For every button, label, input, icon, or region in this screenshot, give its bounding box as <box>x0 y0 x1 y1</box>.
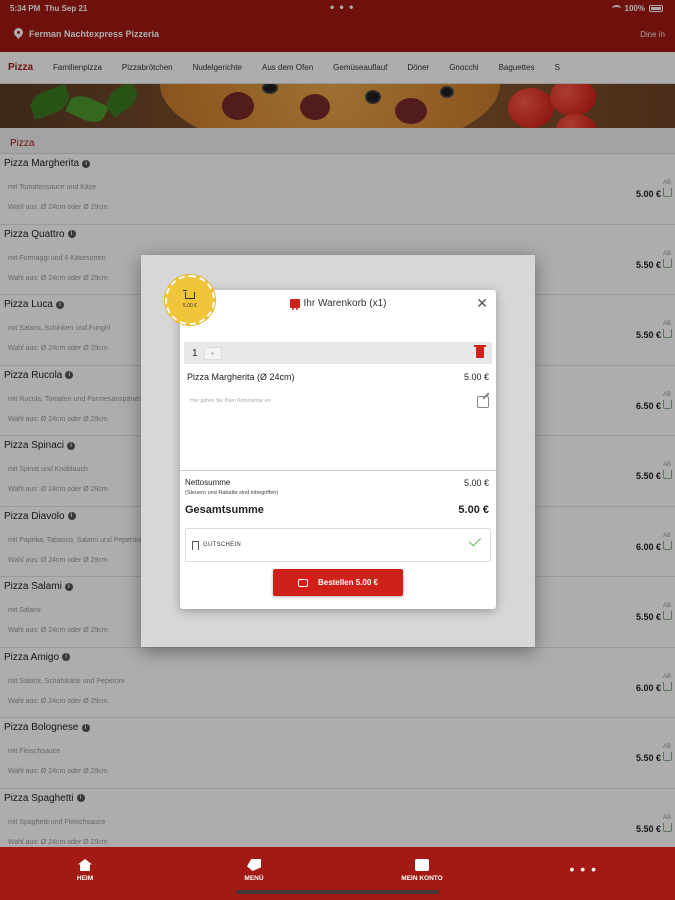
more-icon[interactable]: • • • <box>570 861 597 877</box>
comment-input[interactable]: Hier geben Sie Ihren Kommentar ein <box>190 398 271 404</box>
nav-home[interactable]: HEIM <box>45 859 125 882</box>
cart-line-name: Pizza Margherita (Ø 24cm) <box>187 372 295 382</box>
nav-menu[interactable]: MENÜ <box>214 859 294 882</box>
nav-account-label: MEIN KONTO <box>401 875 443 882</box>
nav-account[interactable]: MEIN KONTO <box>382 859 462 882</box>
nav-home-label: HEIM <box>76 875 94 882</box>
home-indicator[interactable] <box>236 890 439 894</box>
netto-label: Nettosumme <box>185 478 231 487</box>
divider <box>180 470 496 471</box>
wallet-icon <box>297 578 308 587</box>
cart-total-badge[interactable]: 5.00 € <box>165 275 215 325</box>
total-label: Gesamtsumme <box>185 504 264 516</box>
netto-value: 5.00 € <box>463 478 489 488</box>
order-button-label: Bestellen 5.00 € <box>317 578 379 587</box>
increase-quantity-button[interactable]: + <box>203 346 222 360</box>
trash-icon[interactable] <box>474 345 486 358</box>
cart-modal: Ihr Warenkorb (x1) ✕ 1 + Pizza Margherit… <box>180 290 496 609</box>
edit-comment-icon[interactable] <box>477 396 489 408</box>
voucher-field[interactable]: GUTSCHEIN <box>185 528 491 562</box>
cart-title: Ihr Warenkorb (x1) <box>180 298 496 310</box>
checkmark-icon[interactable] <box>468 534 482 547</box>
cart-title-text: Ihr Warenkorb (x1) <box>303 298 387 309</box>
voucher-label: GUTSCHEIN <box>203 542 242 548</box>
total-value: 5.00 € <box>458 504 489 516</box>
home-icon <box>78 859 92 871</box>
cart-line-price: 5.00 € <box>463 372 489 382</box>
cart-flag-icon <box>289 299 300 310</box>
bookmark-icon <box>192 540 199 550</box>
close-icon[interactable]: ✕ <box>476 295 488 312</box>
order-button[interactable]: Bestellen 5.00 € <box>273 569 403 596</box>
cart-icon <box>183 289 195 299</box>
shopping-bag-icon <box>415 859 429 871</box>
netto-note: (Steuern und Rabatte sind inbegriffen) <box>185 490 279 496</box>
nav-menu-label: MENÜ <box>244 875 264 882</box>
badge-total: 5.00 € <box>183 302 197 309</box>
quantity-bar: 1 + <box>184 342 492 364</box>
quantity-value: 1 <box>192 347 198 359</box>
tag-icon <box>247 859 261 871</box>
